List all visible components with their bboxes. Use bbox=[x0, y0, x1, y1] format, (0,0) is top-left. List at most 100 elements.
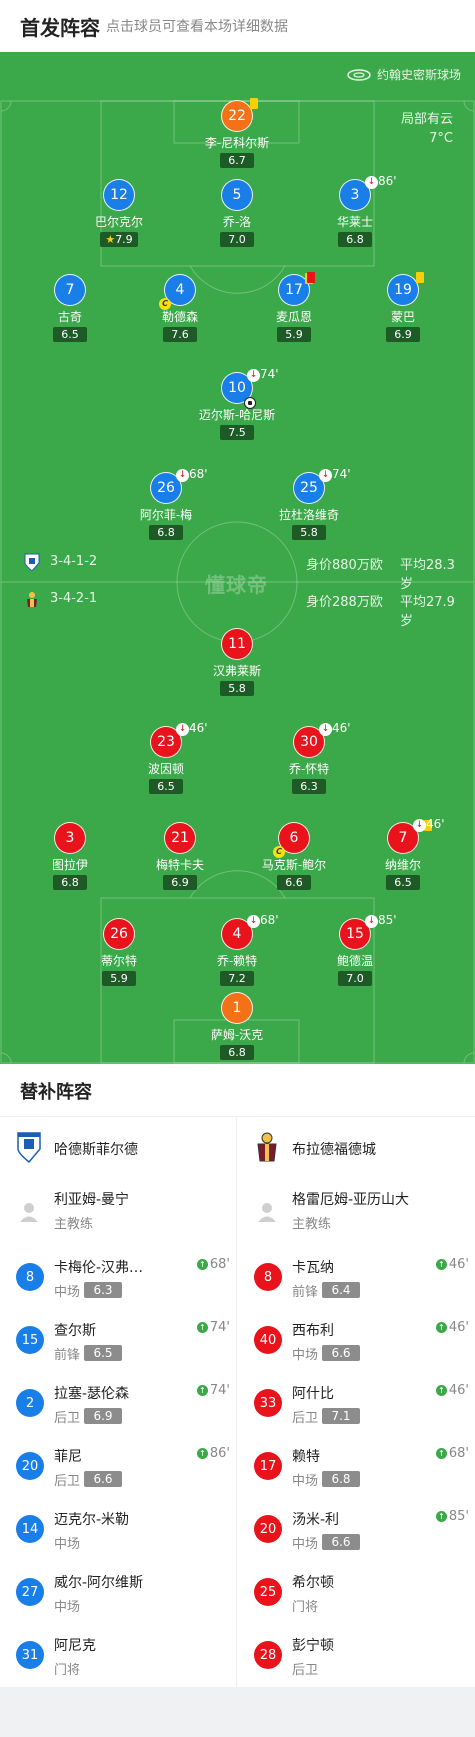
sub-in-icon: ↑ bbox=[435, 1511, 447, 1522]
player-rating: 5.8 bbox=[220, 681, 254, 696]
pitch-player-away[interactable]: 23 ↓ 46' 波因顿 6.5 bbox=[116, 721, 216, 794]
player-name: 阿尔菲-梅 bbox=[139, 508, 193, 522]
stadium-name: 约翰史密斯球场 bbox=[376, 68, 461, 82]
red-card-icon bbox=[307, 272, 315, 283]
pitch-player-away[interactable]: 6C 马克斯-鲍尔 6.6 bbox=[244, 822, 344, 890]
sub-player-row[interactable]: 14 迈克尔-米勒 中场 bbox=[0, 1497, 236, 1560]
away-team-badge-icon bbox=[27, 592, 37, 607]
sub-player-row[interactable]: 2 拉塞-瑟伦森 后卫 6.9 ↑ 74' bbox=[0, 1371, 236, 1434]
away-team-logo-icon bbox=[257, 1132, 277, 1162]
sub-out-time: 46' bbox=[426, 817, 445, 831]
player-name: 纳维尔 bbox=[384, 858, 421, 872]
sub-out-time: 68' bbox=[260, 913, 279, 927]
home-coach-row[interactable]: 利亚姆-曼宁 主教练 bbox=[0, 1177, 236, 1245]
pitch-player-away[interactable]: 1 萨姆-沃克 6.8 bbox=[187, 992, 287, 1060]
pitch-player-away[interactable]: 4 ↓ 68' 乔-赖特 7.2 bbox=[187, 913, 287, 986]
sub-player-row[interactable]: 20 汤米-利 中场 6.6 ↑ 85' bbox=[238, 1497, 475, 1560]
pitch-player-away[interactable]: 30 ↓ 46' 乔-怀特 6.3 bbox=[259, 721, 359, 794]
pitch-player-away[interactable]: 21 梅特卡夫 6.9 bbox=[130, 822, 230, 890]
sub-player-row[interactable]: 33 阿什比 后卫 7.1 ↑ 46' bbox=[238, 1371, 475, 1434]
player-rating: 7.0 bbox=[220, 232, 254, 247]
sub-rating: 6.3 bbox=[84, 1282, 122, 1298]
player-rating: 7.5 bbox=[220, 425, 254, 440]
weather-info: 局部有云 7°C bbox=[401, 110, 453, 148]
jersey: 7 ↓ 46' bbox=[387, 817, 445, 854]
sub-number: 40 bbox=[254, 1326, 282, 1354]
pitch-player-away[interactable]: 3 图拉伊 6.8 bbox=[20, 822, 120, 890]
pitch-player-home[interactable]: 25 ↓ 74' 拉杜洛维奇 5.8 bbox=[259, 467, 359, 540]
pitch-player-home[interactable]: 3 ↓ 86' 华莱士 6.8 bbox=[305, 174, 405, 247]
sub-number: 27 bbox=[16, 1578, 44, 1606]
player-name: 巴尔克尔 bbox=[94, 215, 143, 229]
sub-player-row[interactable]: 17 赖特 中场 6.8 ↑ 68' bbox=[238, 1434, 475, 1497]
player-name: 乔-怀特 bbox=[288, 762, 330, 776]
home-formation: 3-4-1-2 bbox=[50, 554, 98, 569]
goal-ball-icon bbox=[244, 397, 256, 409]
pitch-player-home[interactable]: 19 蒙巴 6.9 bbox=[353, 272, 453, 342]
sub-position: 后卫 bbox=[54, 1411, 81, 1426]
pitch-player-away[interactable]: 11 汉弗莱斯 5.8 bbox=[187, 628, 287, 696]
home-team-row[interactable]: 哈德斯菲尔德 bbox=[0, 1117, 236, 1177]
sub-rating: 6.9 bbox=[84, 1408, 122, 1424]
sub-player-row[interactable]: 28 彭宁顿 后卫 bbox=[238, 1623, 475, 1686]
pitch-player-home[interactable]: 10 ↓ 74' 迈尔斯-哈尼斯 7.5 bbox=[187, 367, 287, 440]
sub-player-row[interactable]: 27 威尔-阿尔维斯 中场 bbox=[0, 1560, 236, 1623]
sub-out-icon: ↓ bbox=[319, 723, 332, 736]
sub-position: 门将 bbox=[292, 1600, 319, 1615]
jersey: 26 ↓ 68' bbox=[150, 467, 208, 504]
sub-out-time: 85' bbox=[378, 913, 397, 927]
sub-player-row[interactable]: 8 卡梅伦-汉弗… 中场 6.3 ↑ 68' bbox=[0, 1245, 236, 1308]
jersey: 11 bbox=[221, 628, 253, 660]
pitch-player-home[interactable]: 12 巴尔克尔 ★7.9 bbox=[69, 179, 169, 247]
pitch-player-home[interactable]: 17 麦瓜恩 5.9 bbox=[244, 272, 344, 342]
sub-out-icon: ↓ bbox=[247, 369, 260, 382]
player-rating: 6.5 bbox=[149, 779, 183, 794]
sub-number: 31 bbox=[16, 1641, 44, 1669]
star-icon: ★ bbox=[105, 233, 116, 246]
away-coach-row[interactable]: 格雷厄姆-亚历山大 主教练 bbox=[238, 1177, 475, 1245]
pitch-player-away[interactable]: 15 ↓ 85' 鲍德温 7.0 bbox=[305, 913, 405, 986]
pitch-player-home[interactable]: 7 古奇 6.5 bbox=[20, 274, 120, 342]
sub-player-row[interactable]: 20 菲尼 后卫 6.6 ↑ 86' bbox=[0, 1434, 236, 1497]
player-name: 乔-洛 bbox=[222, 215, 252, 229]
sub-in-icon: ↑ bbox=[196, 1322, 208, 1333]
sub-in-time: ↑ 74' bbox=[196, 1320, 230, 1335]
sub-player-row[interactable]: 8 卡瓦纳 前锋 6.4 ↑ 46' bbox=[238, 1245, 475, 1308]
home-team-logo-icon bbox=[17, 1132, 41, 1163]
sub-out-time: 46' bbox=[189, 721, 208, 735]
pitch-player-home[interactable]: 4C 勒德森 7.6 bbox=[130, 274, 230, 342]
pitch: 约翰史密斯球场 局部有云 7°C 懂球帝 3-4-1-2 身价880万欧 平均2… bbox=[0, 52, 475, 1064]
jersey: 7 bbox=[54, 274, 86, 306]
jersey: 21 bbox=[164, 822, 196, 854]
sub-player-row[interactable]: 25 希尔顿 门将 bbox=[238, 1560, 475, 1623]
sub-out-icon: ↓ bbox=[176, 723, 189, 736]
jersey: 17 bbox=[278, 272, 315, 306]
away-team-row[interactable]: 布拉德福德城 bbox=[238, 1117, 475, 1177]
pitch-player-home[interactable]: 5 乔-洛 7.0 bbox=[187, 179, 287, 247]
jersey: 15 ↓ 85' bbox=[339, 913, 397, 950]
substitutes-title: 替补阵容 bbox=[20, 1082, 92, 1103]
player-name: 汉弗莱斯 bbox=[212, 664, 261, 678]
home-team-name: 哈德斯菲尔德 bbox=[54, 1142, 138, 1158]
away-value: 身价288万欧 bbox=[306, 595, 383, 610]
pitch-player-home[interactable]: 26 ↓ 68' 阿尔菲-梅 6.8 bbox=[116, 467, 216, 540]
sub-rating: 6.5 bbox=[84, 1345, 122, 1361]
coach-name: 利亚姆-曼宁 bbox=[54, 1192, 130, 1208]
sub-position: 后卫 bbox=[54, 1474, 81, 1489]
jersey: 25 ↓ 74' bbox=[293, 467, 351, 504]
sub-name: 卡瓦纳 bbox=[292, 1260, 334, 1276]
stadium-icon bbox=[347, 68, 371, 81]
pitch-player-away[interactable]: 7 ↓ 46' 纳维尔 6.5 bbox=[353, 817, 453, 890]
sub-position: 中场 bbox=[54, 1537, 81, 1552]
lineup-subtitle: 点击球员可查看本场详细数据 bbox=[106, 19, 288, 35]
sub-in-time: ↑ 46' bbox=[435, 1383, 469, 1398]
pitch-player-away[interactable]: 26 蒂尔特 5.9 bbox=[69, 918, 169, 986]
lineup-page: 首发阵容 点击球员可查看本场详细数据 约翰史密斯球场 局部有云 7°C 懂球帝 … bbox=[0, 0, 475, 1737]
pitch-player-home[interactable]: 22 李-尼科尔斯 6.7 bbox=[187, 98, 287, 168]
sub-player-row[interactable]: 15 查尔斯 前锋 6.5 ↑ 74' bbox=[0, 1308, 236, 1371]
sub-player-row[interactable]: 31 阿尼克 门将 bbox=[0, 1623, 236, 1686]
sub-player-row[interactable]: 40 西布利 中场 6.6 ↑ 46' bbox=[238, 1308, 475, 1371]
sub-in-time: ↑ 68' bbox=[435, 1446, 469, 1461]
player-rating: 7.6 bbox=[163, 327, 197, 342]
away-substitutes: 布拉德福德城 格雷厄姆-亚历山大 主教练 8 卡瓦纳 前锋 6.4 ↑ 46' 4… bbox=[238, 1117, 475, 1686]
